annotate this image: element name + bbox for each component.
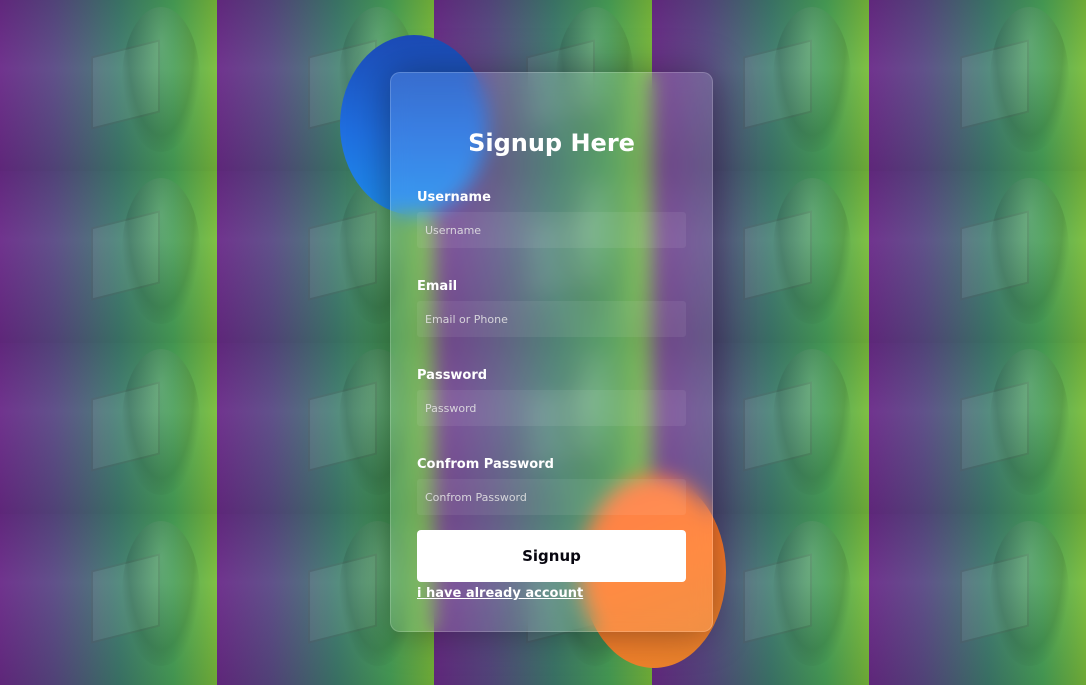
confirm-password-input[interactable] [417,479,686,515]
signup-button[interactable]: Signup [417,530,686,582]
background-tile [868,513,1086,685]
background-tile [0,171,218,343]
confirm-password-label: Confrom Password [417,457,554,472]
form-title: Signup Here [468,129,635,157]
background-tile [0,513,218,685]
background-tile [868,0,1086,172]
background-tile [0,0,218,172]
username-input[interactable] [417,212,686,248]
password-input[interactable] [417,390,686,426]
background-tile [868,342,1086,514]
signup-page: Signup Here Username Email Password Conf… [0,0,1086,685]
email-label: Email [417,279,458,294]
background-tile [0,342,218,514]
signup-form: Signup Here Username Email Password Conf… [390,72,713,632]
username-label: Username [417,190,491,205]
background-tile [868,171,1086,343]
password-label: Password [417,368,488,383]
already-account-link[interactable]: i have already account [417,586,583,601]
email-input[interactable] [417,301,686,337]
